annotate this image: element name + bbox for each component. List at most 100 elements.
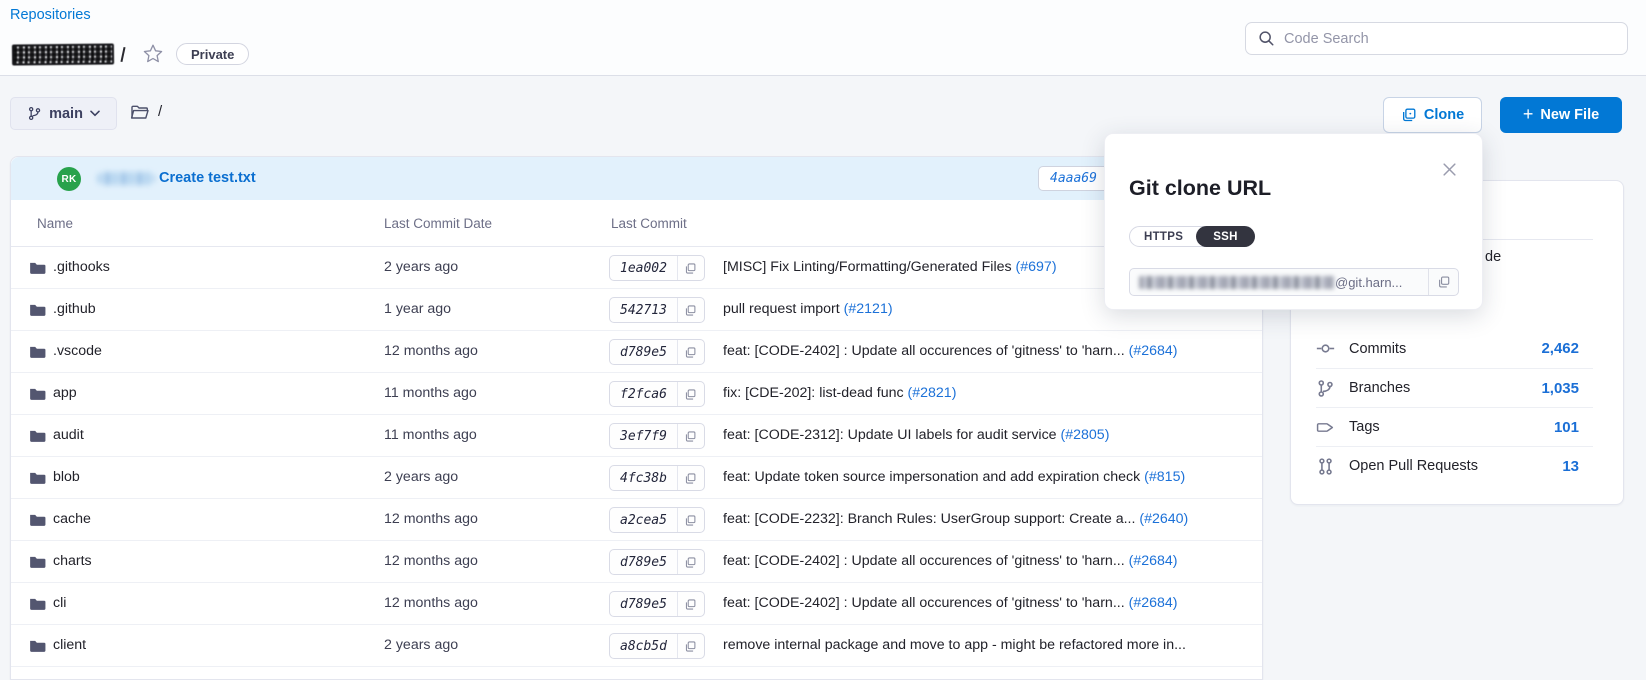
commit-sha-chip[interactable]: a8cb5d	[609, 633, 705, 659]
copy-sha-button[interactable]	[677, 424, 704, 448]
last-commit-date: 2 years ago	[384, 469, 458, 485]
table-row[interactable]: cli 12 months ago d789e5 feat: [CODE-240…	[11, 583, 1262, 625]
path-root: /	[158, 103, 162, 120]
stat-value[interactable]: 101	[1554, 419, 1593, 436]
file-name: cli	[53, 595, 66, 611]
table-row[interactable]: app 11 months ago f2fca6 fix: [CDE-202]:…	[11, 373, 1262, 415]
toggle-ssh[interactable]: SSH	[1196, 226, 1255, 247]
clone-button-label: Clone	[1424, 107, 1464, 123]
pr-number-link[interactable]: (#2640)	[1139, 511, 1188, 527]
table-row[interactable]: audit 11 months ago 3ef7f9 feat: [CODE-2…	[11, 415, 1262, 457]
file-name: blob	[53, 469, 80, 485]
copy-sha-button[interactable]	[677, 382, 704, 406]
git-pull-request-icon	[1316, 457, 1335, 476]
branch-selector[interactable]: main	[10, 97, 117, 130]
pr-number-link[interactable]: (#697)	[1016, 259, 1057, 275]
copy-sha-button[interactable]	[677, 634, 704, 658]
table-row[interactable]: cache 12 months ago a2cea5 feat: [CODE-2…	[11, 499, 1262, 541]
table-row[interactable]: .vscode 12 months ago d789e5 feat: [CODE…	[11, 331, 1262, 373]
commit-sha-chip[interactable]: d789e5	[609, 591, 705, 617]
folder-icon	[29, 302, 46, 317]
stat-row[interactable]: Commits 2,462	[1316, 329, 1593, 368]
git-clone-popup: Git clone URL HTTPS SSH @git.harn...	[1104, 133, 1483, 310]
latest-commit-banner: RK Create test.txt 4aaa69	[11, 157, 1262, 200]
stat-value[interactable]: 13	[1562, 458, 1593, 475]
file-name: client	[53, 637, 86, 653]
commit-message: fix: [CDE-202]: list-dead func (#2821)	[723, 385, 956, 401]
file-name: .vscode	[53, 343, 102, 359]
pr-number-link[interactable]: (#2684)	[1129, 343, 1178, 359]
redacted-repo-name	[12, 43, 114, 65]
protocol-toggle: HTTPS SSH	[1129, 226, 1255, 247]
stat-label: Commits	[1349, 341, 1406, 357]
commit-message-text: feat: [CODE-2402] : Update all occurence…	[723, 343, 1129, 359]
copy-sha-button[interactable]	[677, 256, 704, 280]
toggle-https[interactable]: HTTPS	[1130, 227, 1197, 246]
commit-sha: d789e5	[610, 340, 677, 364]
stat-value[interactable]: 1,035	[1541, 380, 1593, 397]
table-row[interactable]: .githooks 2 years ago 1ea002 [MISC] Fix …	[11, 247, 1262, 289]
commit-message: feat: [CODE-2402] : Update all occurence…	[723, 553, 1178, 569]
table-row[interactable]: blob 2 years ago 4fc38b feat: Update tok…	[11, 457, 1262, 499]
commit-sha-chip[interactable]: f2fca6	[609, 381, 705, 407]
commit-sha-chip[interactable]: d789e5	[609, 339, 705, 365]
copy-url-button[interactable]	[1428, 269, 1458, 295]
copy-sha-button[interactable]	[677, 508, 704, 532]
breadcrumb-repositories[interactable]: Repositories	[10, 7, 91, 23]
clone-button[interactable]: Clone	[1383, 97, 1482, 133]
commit-message: [MISC] Fix Linting/Formatting/Generated …	[723, 259, 1057, 275]
commit-message: feat: [CODE-2402] : Update all occurence…	[723, 595, 1178, 611]
latest-commit-sha: 4aaa69	[1050, 171, 1097, 186]
last-commit-date: 12 months ago	[384, 595, 478, 611]
stat-row[interactable]: Open Pull Requests 13	[1316, 446, 1593, 485]
copy-sha-button[interactable]	[677, 340, 704, 364]
table-row[interactable]: charts 12 months ago d789e5 feat: [CODE-…	[11, 541, 1262, 583]
pr-number-link[interactable]: (#2684)	[1129, 595, 1178, 611]
close-icon[interactable]	[1442, 162, 1458, 178]
plus-icon: +	[1523, 105, 1534, 123]
commit-sha-chip[interactable]: 542713	[609, 297, 705, 323]
commit-message: pull request import (#2121)	[723, 301, 893, 317]
stat-value[interactable]: 2,462	[1541, 340, 1593, 357]
last-commit-date: 12 months ago	[384, 553, 478, 569]
new-file-button[interactable]: + New File	[1500, 97, 1622, 133]
avatar: RK	[57, 167, 81, 191]
star-icon[interactable]	[140, 41, 166, 67]
commit-sha-chip[interactable]: a2cea5	[609, 507, 705, 533]
commit-sha: a8cb5d	[610, 634, 677, 658]
stat-row[interactable]: Tags 101	[1316, 407, 1593, 446]
last-commit-date: 12 months ago	[384, 343, 478, 359]
commit-message-text: feat: Update token source impersonation …	[723, 469, 1144, 485]
private-badge: Private	[176, 43, 249, 65]
commit-sha-chip[interactable]: 4fc38b	[609, 465, 705, 491]
stat-row[interactable]: Branches 1,035	[1316, 368, 1593, 407]
commit-sha: 4fc38b	[610, 466, 677, 490]
branch-name: main	[49, 106, 83, 122]
pr-number-link[interactable]: (#815)	[1144, 469, 1185, 485]
pr-number-link[interactable]: (#2805)	[1061, 427, 1110, 443]
code-search-box	[1245, 22, 1628, 55]
copy-sha-button[interactable]	[677, 592, 704, 616]
pr-number-link[interactable]: (#2821)	[908, 385, 957, 401]
table-row[interactable]: client 2 years ago a8cb5d remove interna…	[11, 625, 1262, 667]
latest-commit-link[interactable]: Create test.txt	[159, 170, 256, 186]
search-input[interactable]	[1284, 31, 1615, 47]
clone-url-tail: @git.harn...	[1335, 275, 1402, 290]
copy-sha-button[interactable]	[677, 298, 704, 322]
table-row[interactable]: .github 1 year ago 542713 pull request i…	[11, 289, 1262, 331]
pr-number-link[interactable]: (#2121)	[844, 301, 893, 317]
commit-message: feat: [CODE-2402] : Update all occurence…	[723, 343, 1178, 359]
commit-sha-chip[interactable]: 3ef7f9	[609, 423, 705, 449]
folder-icon	[29, 512, 46, 527]
new-file-label: New File	[1540, 107, 1599, 123]
commit-sha: f2fca6	[610, 382, 677, 406]
partially-hidden-text: de	[1485, 249, 1501, 265]
commit-message-text: feat: [CODE-2312]: Update UI labels for …	[723, 427, 1061, 443]
pr-number-link[interactable]: (#2684)	[1129, 553, 1178, 569]
copy-sha-button[interactable]	[677, 550, 704, 574]
commit-sha-chip[interactable]: d789e5	[609, 549, 705, 575]
clone-url-field[interactable]: @git.harn...	[1129, 268, 1459, 296]
copy-sha-button[interactable]	[677, 466, 704, 490]
commit-sha-chip[interactable]: 1ea002	[609, 255, 705, 281]
commit-message: feat: [CODE-2312]: Update UI labels for …	[723, 427, 1109, 443]
